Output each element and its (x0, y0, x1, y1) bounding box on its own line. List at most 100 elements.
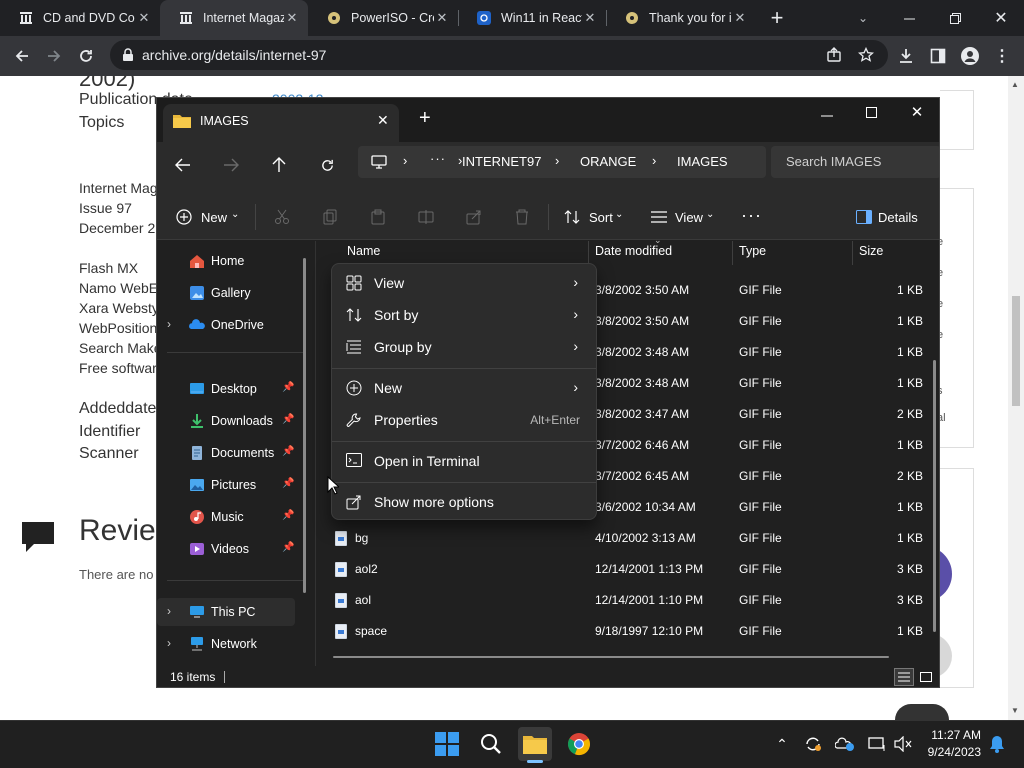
new-tab-icon[interactable]: + (419, 107, 431, 130)
column-divider[interactable] (732, 241, 733, 265)
forward-arrow-icon[interactable] (221, 155, 241, 175)
new-button[interactable]: New (201, 210, 227, 225)
share-icon[interactable] (822, 43, 846, 67)
minimize-icon[interactable] (897, 6, 921, 30)
chevron-right-icon[interactable]: › (167, 317, 171, 331)
up-arrow-icon[interactable] (269, 155, 289, 175)
pin-icon[interactable]: 📌 (282, 446, 294, 457)
pin-icon[interactable]: 📌 (282, 478, 294, 489)
search-input[interactable]: Search IMAGES (771, 146, 939, 178)
browser-tab[interactable]: PowerISO - Crea ✕ (308, 0, 458, 36)
lock-icon[interactable] (116, 43, 140, 67)
chevron-up-icon[interactable]: ⌃ (765, 727, 799, 761)
menu-item-show-more-options[interactable]: Show more options (336, 486, 592, 518)
sort-button[interactable]: Sort (589, 210, 613, 225)
breadcrumb-item[interactable]: IMAGES (677, 154, 728, 169)
rename-icon[interactable] (417, 208, 435, 226)
back-arrow-icon[interactable] (173, 155, 193, 175)
close-window-icon[interactable]: ✕ (909, 103, 925, 121)
close-tab-icon[interactable]: ✕ (434, 10, 450, 26)
nav-scrollbar-thumb[interactable] (303, 258, 306, 593)
nav-item-documents[interactable]: Documents 📌 (157, 439, 297, 467)
nav-item-desktop[interactable]: Desktop 📌 (157, 375, 297, 403)
details-button[interactable]: Details (878, 210, 918, 225)
menu-item-new[interactable]: New › (336, 372, 592, 404)
close-tab-icon[interactable]: ✕ (582, 10, 598, 26)
nav-item-this-pc[interactable]: › This PC (157, 598, 295, 626)
scrollbar-thumb[interactable] (1012, 296, 1020, 406)
browser-tab[interactable]: Win11 in React ✕ (458, 0, 606, 36)
close-tab-icon[interactable]: ✕ (136, 10, 152, 26)
file-row[interactable]: bg 4/10/2002 3:13 AM GIF File 1 KB (327, 523, 937, 554)
tiles-view-icon[interactable] (916, 668, 936, 686)
nav-item-music[interactable]: Music 📌 (157, 503, 297, 531)
file-row[interactable]: aol 12/14/2001 1:10 PM GIF File 3 KB (327, 585, 937, 616)
star-icon[interactable] (854, 43, 878, 67)
pin-icon[interactable]: 📌 (282, 510, 294, 521)
browser-tab[interactable]: Thank you for i ✕ (606, 0, 756, 36)
chevron-right-icon[interactable]: › (167, 636, 171, 650)
start-button[interactable] (430, 727, 464, 761)
column-divider[interactable] (588, 241, 589, 265)
delete-icon[interactable] (513, 208, 531, 226)
search-icon[interactable] (474, 727, 508, 761)
browser-tab-active[interactable]: Internet Magazi ✕ (160, 0, 308, 36)
plus-circle-icon[interactable] (176, 209, 192, 225)
chevron-down-icon[interactable]: ⌄ (851, 6, 875, 30)
reload-icon[interactable] (74, 44, 98, 68)
file-row[interactable]: aol2 12/14/2001 1:13 PM GIF File 3 KB (327, 554, 937, 585)
close-window-icon[interactable]: ✕ (989, 6, 1013, 30)
scroll-up-icon[interactable]: ▲ (1011, 80, 1019, 89)
column-header-size[interactable]: Size (859, 244, 883, 258)
url-text[interactable]: archive.org/details/internet-97 (142, 47, 326, 63)
clock-time[interactable]: 11:27 AM (925, 728, 981, 742)
nav-item-home[interactable]: Home (157, 247, 297, 275)
share-icon[interactable] (465, 208, 483, 226)
cut-icon[interactable] (273, 208, 291, 226)
page-scrollbar[interactable]: ▲ ▼ (1008, 76, 1024, 720)
monitor-icon[interactable] (370, 154, 388, 170)
pin-icon[interactable]: 📌 (282, 542, 294, 553)
breadcrumb[interactable]: › ··· › INTERNET97 › ORANGE › IMAGES (358, 146, 766, 178)
close-tab-icon[interactable]: ✕ (377, 112, 389, 129)
minimize-icon[interactable] (819, 108, 835, 124)
nav-item-videos[interactable]: Videos 📌 (157, 535, 297, 563)
menu-item-open-in-terminal[interactable]: Open in Terminal (336, 445, 592, 477)
back-arrow-icon[interactable] (10, 44, 34, 68)
column-header-name[interactable]: Name (347, 244, 380, 258)
breadcrumb-item[interactable]: INTERNET97 (462, 154, 541, 169)
profile-icon[interactable] (958, 44, 982, 68)
download-icon[interactable] (894, 44, 918, 68)
side-panel-icon[interactable] (926, 44, 950, 68)
breadcrumb-item[interactable]: ORANGE (580, 154, 636, 169)
more-icon[interactable]: ··· (430, 151, 446, 166)
column-header-type[interactable]: Type (739, 244, 766, 258)
paste-icon[interactable] (369, 208, 387, 226)
details-view-icon[interactable] (894, 668, 914, 686)
column-header-date[interactable]: Date modified (595, 244, 672, 258)
nav-item-pictures[interactable]: Pictures 📌 (157, 471, 297, 499)
copy-icon[interactable] (321, 208, 339, 226)
browser-tab[interactable]: CD and DVD Co ✕ (0, 0, 160, 36)
menu-item-group-by[interactable]: Group by › (336, 331, 592, 363)
view-lines-icon[interactable] (650, 209, 668, 225)
menu-item-properties[interactable]: Properties Alt+Enter (336, 404, 592, 436)
pin-icon[interactable]: 📌 (282, 414, 294, 425)
nav-item-network[interactable]: › Network (157, 630, 297, 658)
new-tab-icon[interactable]: + (765, 5, 789, 30)
content-scrollbar-thumb[interactable] (933, 360, 936, 632)
horizontal-scrollbar-thumb[interactable] (333, 656, 889, 658)
file-explorer-taskbar-button[interactable] (518, 727, 552, 761)
more-menu-icon[interactable]: ⋮ (990, 44, 1014, 68)
pin-icon[interactable]: 📌 (282, 382, 294, 393)
view-button[interactable]: View (675, 210, 703, 225)
chevron-right-icon[interactable]: › (167, 604, 171, 618)
refresh-icon[interactable] (317, 155, 337, 175)
chrome-icon[interactable] (562, 727, 596, 761)
nav-item-downloads[interactable]: Downloads 📌 (157, 407, 297, 435)
column-divider[interactable] (852, 241, 853, 265)
explorer-tab[interactable]: IMAGES ✕ (163, 104, 399, 142)
nav-item-gallery[interactable]: Gallery (157, 279, 297, 307)
file-row[interactable]: space 9/18/1997 12:10 PM GIF File 1 KB (327, 616, 937, 647)
close-tab-icon[interactable]: ✕ (732, 10, 748, 26)
